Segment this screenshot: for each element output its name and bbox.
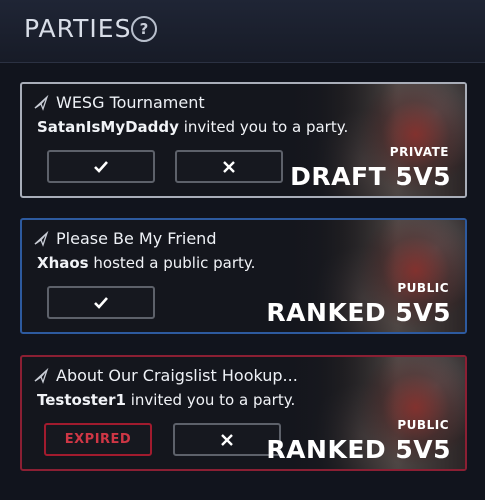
party-card-craigslist: About Our Craigslist Hookup... Testoster… — [20, 355, 467, 471]
party-message: Testoster1 invited you to a party. — [37, 391, 295, 409]
check-icon — [94, 160, 108, 173]
party-host: Testoster1 — [37, 391, 126, 409]
party-name: Please Be My Friend — [56, 229, 217, 248]
question-icon[interactable]: ? — [131, 16, 157, 42]
close-icon — [223, 160, 235, 173]
party-host: Xhaos — [37, 254, 89, 272]
privacy-label: PUBLIC — [397, 418, 449, 432]
join-button[interactable] — [47, 286, 155, 319]
close-icon — [221, 433, 233, 446]
check-icon — [94, 296, 108, 309]
mode-label: RANKED 5V5 — [266, 435, 451, 464]
party-host: SatanIsMyDaddy — [37, 118, 179, 136]
party-name: WESG Tournament — [56, 93, 205, 112]
mode-label: DRAFT 5V5 — [290, 162, 451, 191]
privacy-label: PUBLIC — [397, 281, 449, 295]
plane-icon — [33, 368, 49, 384]
plane-icon — [33, 95, 49, 111]
accept-button[interactable] — [47, 150, 155, 183]
decline-button[interactable] — [173, 423, 281, 456]
mode-label: RANKED 5V5 — [266, 298, 451, 327]
privacy-label: PRIVATE — [389, 145, 449, 159]
party-message-text: hosted a public party. — [93, 254, 256, 272]
party-card-friend: Please Be My Friend Xhaos hosted a publi… — [20, 218, 467, 334]
expired-button[interactable]: EXPIRED — [44, 423, 152, 456]
party-message: Xhaos hosted a public party. — [37, 254, 255, 272]
parties-header: PARTIES ? — [0, 0, 485, 63]
party-card-wesg: WESG Tournament SatanIsMyDaddy invited y… — [20, 82, 467, 198]
plane-icon — [33, 231, 49, 247]
party-message-text: invited you to a party. — [130, 391, 296, 409]
party-message-text: invited you to a party. — [183, 118, 349, 136]
page-title: PARTIES — [24, 14, 132, 43]
decline-button[interactable] — [175, 150, 283, 183]
party-message: SatanIsMyDaddy invited you to a party. — [37, 118, 348, 136]
party-name: About Our Craigslist Hookup... — [56, 366, 298, 385]
